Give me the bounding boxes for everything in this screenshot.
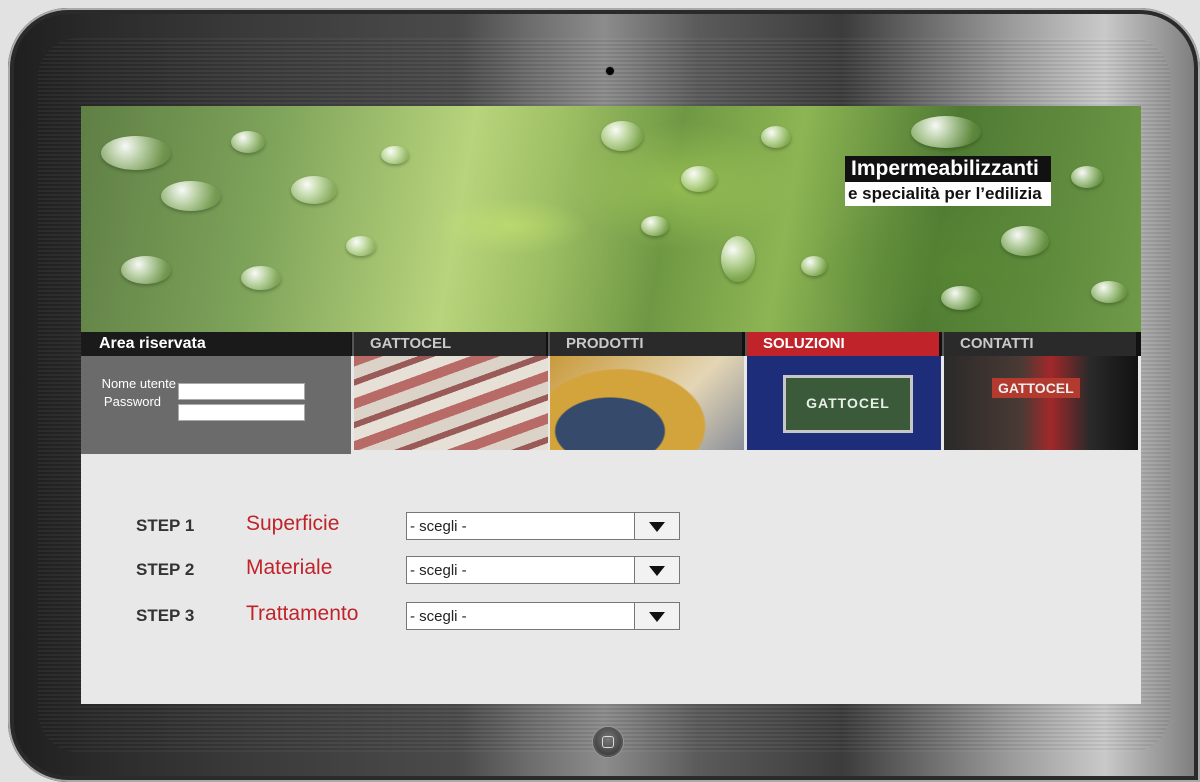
dropdown-button[interactable] [634, 557, 679, 583]
username-row: Nome utente [81, 375, 351, 400]
reserved-area-label: Area riservata [81, 332, 351, 356]
tab-gattocel[interactable]: GATTOCEL [352, 332, 546, 356]
water-drop [1071, 166, 1103, 188]
thumb-contatti[interactable]: GATTOCEL [944, 356, 1138, 450]
screen: Impermeabilizzanti e specialità per l’ed… [81, 106, 1141, 704]
tab-prodotti[interactable]: PRODOTTI [548, 332, 742, 356]
trattamento-select[interactable]: - scegli - [406, 602, 680, 630]
contatti-sign-text: GATTOCEL [992, 378, 1080, 398]
water-drop [231, 131, 265, 153]
step-name: Superficie [246, 512, 340, 535]
water-drop [601, 121, 643, 151]
water-drop [911, 116, 981, 148]
water-drop [1091, 281, 1127, 303]
soluzioni-board-text: GATTOCEL [783, 375, 913, 433]
dropdown-button[interactable] [634, 513, 679, 539]
password-input[interactable] [178, 404, 305, 421]
select-value: - scegli - [410, 562, 467, 579]
hero-title: Impermeabilizzanti [845, 156, 1051, 182]
password-label: Password [103, 394, 161, 409]
tab-contatti[interactable]: CONTATTI [942, 332, 1136, 356]
camera-icon [606, 67, 614, 75]
hero-subtitle: e specialità per l’edilizia [845, 182, 1051, 206]
main-nav: Area riservata GATTOCEL PRODOTTI SOLUZIO… [81, 332, 1141, 356]
tab-soluzioni[interactable]: SOLUZIONI [745, 332, 939, 356]
water-drop [941, 286, 981, 310]
superficie-select[interactable]: - scegli - [406, 512, 680, 540]
select-value: - scegli - [410, 608, 467, 625]
step-number: STEP 3 [136, 606, 195, 625]
username-label: Nome utente [101, 376, 176, 391]
hero-banner: Impermeabilizzanti e specialità per l’ed… [81, 106, 1141, 332]
password-row: Password [81, 393, 351, 421]
water-drop [161, 181, 221, 211]
thumb-soluzioni[interactable]: GATTOCEL [747, 356, 941, 450]
step-name: Materiale [246, 556, 333, 579]
home-square-icon [602, 736, 614, 748]
water-drop [346, 236, 376, 256]
step-number: STEP 1 [136, 516, 195, 535]
water-drop [641, 216, 669, 236]
water-drop [101, 136, 171, 170]
materiale-select[interactable]: - scegli - [406, 556, 680, 584]
water-drop [381, 146, 409, 164]
triangle-down-icon [649, 566, 665, 576]
triangle-down-icon [649, 612, 665, 622]
step-row-1: STEP 1 Superficie - scegli - [136, 512, 696, 542]
step-row-3: STEP 3 Trattamento - scegli - [136, 602, 696, 632]
home-button[interactable] [593, 727, 623, 757]
hero-tagline: Impermeabilizzanti e specialità per l’ed… [845, 156, 1051, 206]
login-panel: Nome utente Password [81, 356, 351, 454]
water-drop [801, 256, 827, 276]
dropdown-button[interactable] [634, 603, 679, 629]
thumb-prodotti[interactable] [550, 356, 744, 450]
step-number: STEP 2 [136, 560, 195, 579]
water-drop [241, 266, 281, 290]
water-drop [1001, 226, 1049, 256]
water-drop [721, 236, 755, 282]
step-name: Trattamento [246, 602, 359, 625]
water-drop [761, 126, 791, 148]
stage: Impermeabilizzanti e specialità per l’ed… [0, 0, 1200, 782]
triangle-down-icon [649, 522, 665, 532]
water-drop [291, 176, 337, 204]
water-drop [121, 256, 171, 284]
step-row-2: STEP 2 Materiale - scegli - [136, 556, 696, 586]
select-value: - scegli - [410, 518, 467, 535]
thumb-gattocel[interactable] [354, 356, 548, 450]
water-drop [681, 166, 717, 192]
